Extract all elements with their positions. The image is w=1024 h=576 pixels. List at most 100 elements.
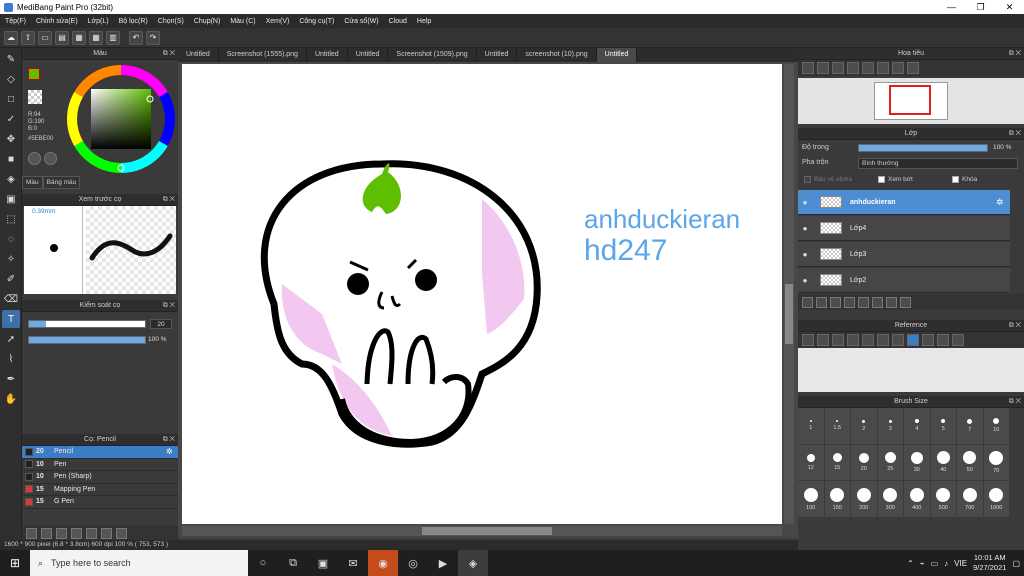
brush-item[interactable]: 20 Pencil ✲ — [22, 446, 178, 459]
panel-controls-icon[interactable]: ⧉ ✕ — [163, 48, 175, 60]
brush-item[interactable]: 10 Pen — [22, 459, 178, 471]
eyedrop-small-icon[interactable] — [44, 152, 57, 165]
new-1bit-layer-icon[interactable] — [844, 296, 855, 308]
vertical-scrollbar[interactable] — [784, 64, 794, 524]
close-button[interactable]: ✕ — [995, 0, 1024, 14]
new-layer-icon[interactable] — [802, 296, 813, 308]
brush-item[interactable]: 10 Pen (Sharp) — [22, 471, 178, 484]
menu-layer[interactable]: Lớp(L) — [83, 18, 114, 25]
gear-icon[interactable]: ✲ — [996, 197, 1010, 208]
brush-size-option[interactable]: 1.5 — [824, 408, 851, 445]
layer-opacity-slider[interactable] — [858, 144, 988, 152]
rotate-left-icon[interactable] — [862, 62, 874, 74]
taskbar-search[interactable]: ⌕ Type here to search — [30, 550, 248, 576]
rotate-right-icon[interactable] — [952, 334, 964, 346]
brush-copy-icon[interactable] — [101, 527, 112, 539]
upload-icon[interactable]: ⇧ — [21, 30, 35, 45]
reset-icon[interactable] — [877, 62, 889, 74]
brush-size-option[interactable]: 10 — [983, 408, 1010, 445]
panel-controls-icon[interactable]: ⧉ ✕ — [1009, 48, 1021, 60]
menu-window[interactable]: Cửa sổ(W) — [339, 18, 383, 25]
flip-icon[interactable] — [907, 62, 919, 74]
dot-tool-icon[interactable]: □ — [2, 90, 20, 108]
layer-item[interactable]: ● Lớp4 — [798, 216, 1010, 241]
doc-tab[interactable]: Screenshot (1555).png — [219, 48, 307, 62]
folder-icon[interactable] — [817, 334, 829, 346]
hand-icon[interactable] — [907, 334, 919, 346]
minimize-button[interactable]: — — [937, 0, 966, 14]
text-tool-icon[interactable]: T — [2, 310, 20, 328]
doc-tab[interactable]: Untitled — [307, 48, 348, 62]
tab-color[interactable]: Màu — [22, 176, 43, 189]
brush-size-option[interactable]: 100 — [798, 481, 825, 518]
new-8bit-layer-icon[interactable] — [830, 296, 841, 308]
merge-layer-icon[interactable] — [886, 296, 897, 308]
menu-tools[interactable]: Công cụ(T) — [294, 18, 339, 25]
menu-capture[interactable]: Chụp(N) — [189, 18, 225, 25]
folder-icon[interactable] — [858, 296, 869, 308]
task-view-icon[interactable]: ⧉ — [278, 550, 308, 576]
brush-size-option[interactable]: 20 — [851, 444, 878, 482]
doc-tab-active[interactable]: Untitled — [596, 48, 638, 62]
brush-tool-icon[interactable]: ✎ — [2, 50, 20, 68]
brush-size-option[interactable]: 700 — [957, 481, 984, 518]
transparent-color-swatch[interactable] — [28, 90, 42, 104]
brush-size-option[interactable]: 40 — [930, 444, 957, 482]
new-halftone-layer-icon[interactable] — [816, 296, 827, 308]
delete-brush-icon[interactable] — [116, 527, 127, 539]
panel-controls-icon[interactable]: ⧉ ✕ — [1009, 320, 1021, 332]
brush-size-option[interactable]: 12 — [798, 444, 825, 482]
horizontal-scroll-thumb[interactable] — [422, 527, 552, 535]
visibility-icon[interactable]: ● — [798, 198, 812, 207]
visibility-icon[interactable]: ● — [798, 224, 812, 233]
operation-tool-icon[interactable]: ➚ — [2, 330, 20, 348]
menu-help[interactable]: Help — [412, 18, 436, 25]
close-reference-icon[interactable] — [832, 334, 844, 346]
brush-size-slider[interactable] — [28, 320, 146, 328]
select-eraser-tool-icon[interactable]: ⌫ — [2, 290, 20, 308]
drawing-canvas[interactable]: anhduckieran hd247 — [182, 64, 782, 524]
brush-item[interactable]: 15 Mapping Pen — [22, 484, 178, 496]
brush-size-option[interactable]: 1 — [798, 408, 825, 445]
vertical-scroll-thumb[interactable] — [785, 284, 793, 344]
volume-icon[interactable]: ♪ — [944, 559, 948, 568]
mail-icon[interactable]: ✉ — [338, 550, 368, 576]
add-brush-icon[interactable] — [26, 527, 37, 539]
reference-view[interactable] — [798, 348, 1024, 392]
brush-file-icon[interactable] — [71, 527, 82, 539]
menu-color[interactable]: Màu (C) — [225, 18, 260, 25]
tab-palette[interactable]: Bảng màu — [42, 176, 81, 189]
menu-filter[interactable]: Bộ lọc(R) — [114, 18, 153, 25]
rotate-left-icon[interactable] — [922, 334, 934, 346]
brush-size-option[interactable]: 5 — [930, 408, 957, 445]
brush-opacity-slider[interactable] — [28, 336, 146, 344]
brush-size-option[interactable]: 500 — [930, 481, 957, 518]
select-pen-tool-icon[interactable]: ✐ — [2, 270, 20, 288]
lasso-tool-icon[interactable]: ◌ — [2, 230, 20, 248]
import-brush-icon[interactable] — [56, 527, 67, 539]
brush-item[interactable]: 15 G Pen — [22, 496, 178, 509]
brush-size-option[interactable]: 25 — [877, 444, 904, 482]
fit-icon[interactable] — [832, 62, 844, 74]
gradient-tool-icon[interactable]: ▣ — [2, 190, 20, 208]
menu-edit[interactable]: Chỉnh sửa(E) — [31, 18, 83, 25]
panel-controls-icon[interactable]: ⧉ ✕ — [163, 194, 175, 206]
palette-icon[interactable] — [28, 152, 41, 165]
list-icon[interactable]: ▥ — [106, 30, 120, 45]
brush-size-option[interactable]: 400 — [904, 481, 931, 518]
comment-icon[interactable]: ▭ — [38, 30, 52, 45]
undo-icon[interactable]: ↶ — [129, 30, 143, 45]
brush-size-option[interactable]: 4 — [904, 408, 931, 445]
panel-controls-icon[interactable]: ⧉ ✕ — [163, 300, 175, 312]
reset-icon[interactable] — [937, 334, 949, 346]
horizontal-scrollbar[interactable] — [182, 526, 782, 536]
bucket-tool-icon[interactable]: ◈ — [2, 170, 20, 188]
brush-size-option[interactable]: 200 — [851, 481, 878, 518]
zoom-app-icon[interactable]: ▶ — [428, 550, 458, 576]
fit-icon[interactable] — [862, 334, 874, 346]
gear-icon[interactable]: ✲ — [166, 447, 178, 456]
brush-size-option[interactable]: 3 — [877, 408, 904, 445]
chat-icon[interactable]: ▤ — [55, 30, 69, 45]
coccoc-browser-icon[interactable]: ◉ — [368, 550, 398, 576]
zoom-out-icon[interactable] — [817, 62, 829, 74]
